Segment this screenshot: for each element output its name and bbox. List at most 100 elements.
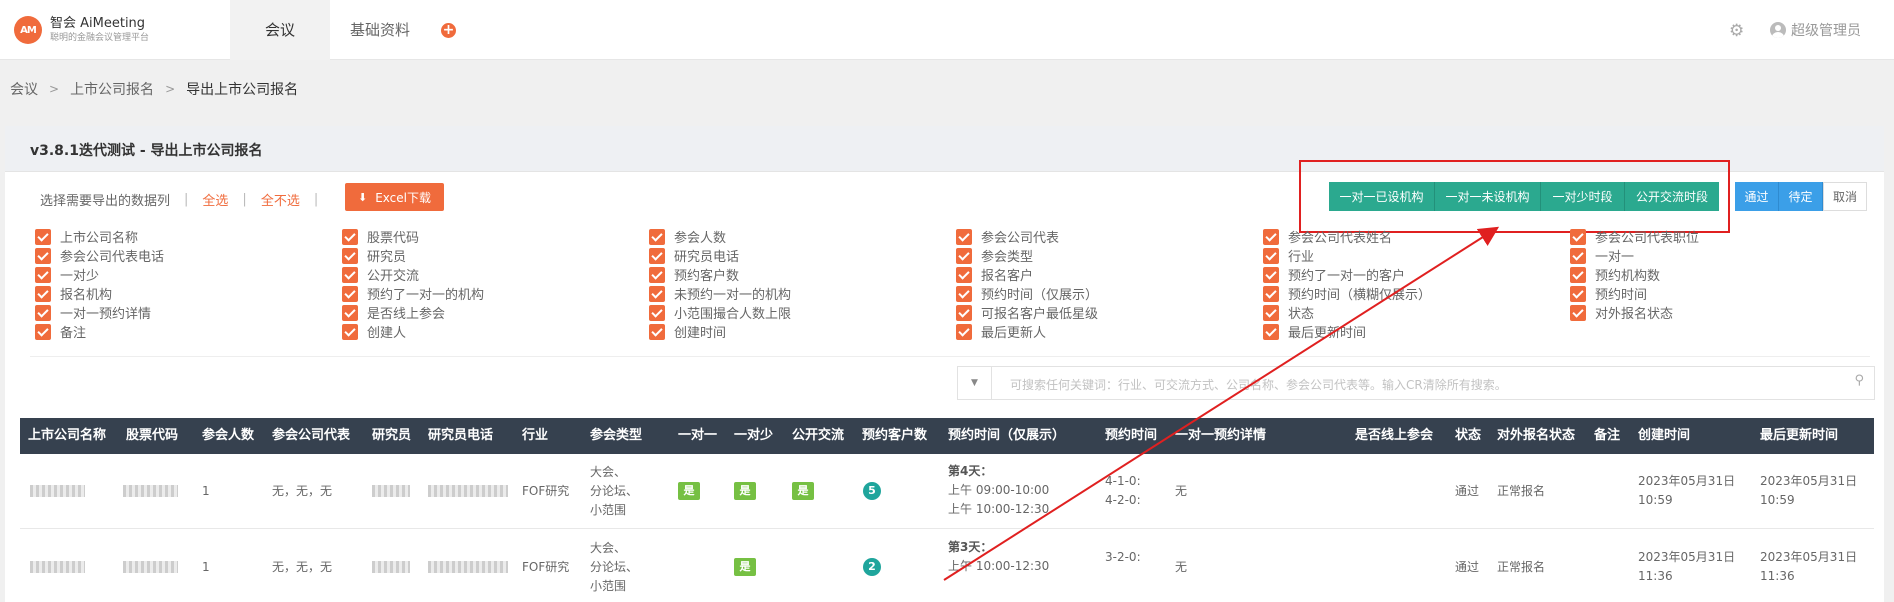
status-pass-button[interactable]: 通过: [1735, 182, 1779, 211]
column-checkbox[interactable]: 预约时间: [1570, 284, 1647, 303]
column-checkbox[interactable]: 参会公司代表电话: [35, 246, 164, 265]
checkbox-checked-icon[interactable]: [35, 247, 51, 264]
column-checkbox[interactable]: 研究员电话: [649, 246, 739, 265]
checkbox-checked-icon[interactable]: [35, 228, 51, 245]
checkbox-checked-icon[interactable]: [342, 266, 358, 283]
column-checkbox[interactable]: 预约客户数: [649, 265, 739, 284]
checkbox-checked-icon[interactable]: [35, 285, 51, 302]
table-row[interactable]: 1 无，无，无 FOF研究 大会、 分论坛、 小范围 是 2 第3天： 上午 10:00-12:3…: [20, 530, 1874, 602]
checkbox-checked-icon[interactable]: [1570, 304, 1586, 321]
user-menu[interactable]: 超级管理员: [1770, 20, 1861, 40]
column-checkbox[interactable]: 状态: [1263, 303, 1314, 322]
checkbox-checked-icon[interactable]: [956, 323, 972, 340]
cancel-button[interactable]: 取消: [1823, 182, 1867, 211]
column-checkbox[interactable]: 股票代码: [342, 227, 419, 246]
checkbox-checked-icon[interactable]: [1263, 266, 1279, 283]
checkbox-checked-icon[interactable]: [1570, 266, 1586, 283]
column-checkbox[interactable]: 一对一预约详情: [35, 303, 151, 322]
checkbox-checked-icon[interactable]: [956, 247, 972, 264]
column-checkbox[interactable]: 公开交流: [342, 265, 419, 284]
search-dropdown-toggle[interactable]: ▼: [958, 367, 992, 399]
column-header[interactable]: 预约时间: [1105, 418, 1171, 454]
column-header[interactable]: 预约客户数: [862, 418, 946, 454]
column-header[interactable]: 参会类型: [590, 418, 676, 454]
checkbox-checked-icon[interactable]: [956, 266, 972, 283]
nav-tab-meeting[interactable]: 会议: [230, 0, 330, 60]
column-checkbox[interactable]: 预约了一对一的机构: [342, 284, 484, 303]
column-header[interactable]: 参会公司代表: [272, 418, 370, 454]
checkbox-checked-icon[interactable]: [35, 323, 51, 340]
checkbox-checked-icon[interactable]: [342, 304, 358, 321]
column-checkbox[interactable]: 备注: [35, 322, 86, 341]
checkbox-checked-icon[interactable]: [342, 247, 358, 264]
column-header[interactable]: 对外报名状态: [1497, 418, 1592, 454]
column-checkbox[interactable]: 是否线上参会: [342, 303, 445, 322]
select-none-link[interactable]: 全不选: [261, 190, 300, 209]
column-checkbox[interactable]: 对外报名状态: [1570, 303, 1673, 322]
gear-icon[interactable]: ⚙: [1729, 21, 1744, 41]
checkbox-checked-icon[interactable]: [956, 285, 972, 302]
checkbox-checked-icon[interactable]: [35, 266, 51, 283]
checkbox-checked-icon[interactable]: [1570, 247, 1586, 264]
breadcrumb-item-registration[interactable]: 上市公司报名: [70, 79, 154, 99]
column-header[interactable]: 研究员电话: [428, 418, 520, 454]
column-checkbox[interactable]: 一对一: [1570, 246, 1634, 265]
checkbox-checked-icon[interactable]: [649, 285, 665, 302]
column-checkbox[interactable]: 上市公司名称: [35, 227, 138, 246]
column-checkbox[interactable]: 参会公司代表: [956, 227, 1059, 246]
checkbox-checked-icon[interactable]: [649, 266, 665, 283]
column-checkbox[interactable]: 报名客户: [956, 265, 1033, 284]
column-checkbox[interactable]: 参会类型: [956, 246, 1033, 265]
column-header[interactable]: 研究员: [372, 418, 426, 454]
column-header[interactable]: 是否线上参会: [1355, 418, 1453, 454]
column-header[interactable]: 公开交流: [792, 418, 860, 454]
column-checkbox[interactable]: 一对少: [35, 265, 99, 284]
checkbox-checked-icon[interactable]: [649, 247, 665, 264]
column-checkbox[interactable]: 预约了一对一的客户: [1263, 265, 1405, 284]
column-checkbox[interactable]: 参会公司代表姓名: [1263, 227, 1392, 246]
plus-circle-icon[interactable]: +: [441, 23, 456, 38]
select-all-link[interactable]: 全选: [202, 190, 228, 209]
column-checkbox[interactable]: 最后更新时间: [1263, 322, 1366, 341]
breadcrumb-item-meeting[interactable]: 会议: [10, 79, 38, 99]
checkbox-checked-icon[interactable]: [956, 228, 972, 245]
checkbox-checked-icon[interactable]: [1263, 228, 1279, 245]
logo[interactable]: AM 智会 AiMeeting 聪明的金融会议管理平台: [14, 16, 149, 44]
column-header[interactable]: 备注: [1594, 418, 1636, 454]
column-checkbox[interactable]: 预约时间（横糊仅展示）: [1263, 284, 1431, 303]
magnifier-icon[interactable]: ⚲: [1854, 373, 1864, 388]
column-checkbox[interactable]: 最后更新人: [956, 322, 1046, 341]
column-header[interactable]: 状态: [1455, 418, 1495, 454]
checkbox-checked-icon[interactable]: [342, 228, 358, 245]
column-header[interactable]: 预约时间（仅展示）: [948, 418, 1098, 454]
column-checkbox[interactable]: 参会公司代表职位: [1570, 227, 1699, 246]
column-checkbox[interactable]: 未预约一对一的机构: [649, 284, 791, 303]
excel-download-button[interactable]: ⬇ Excel下载: [345, 183, 444, 211]
column-header[interactable]: 上市公司名称: [28, 418, 124, 454]
column-checkbox[interactable]: 参会人数: [649, 227, 726, 246]
checkbox-checked-icon[interactable]: [1263, 304, 1279, 321]
checkbox-checked-icon[interactable]: [1263, 323, 1279, 340]
checkbox-checked-icon[interactable]: [1570, 285, 1586, 302]
column-header[interactable]: 股票代码: [126, 418, 200, 454]
checkbox-checked-icon[interactable]: [1263, 247, 1279, 264]
column-header[interactable]: 最后更新时间: [1760, 418, 1872, 454]
checkbox-checked-icon[interactable]: [342, 323, 358, 340]
column-header[interactable]: 一对一: [678, 418, 732, 454]
status-pending-button[interactable]: 待定: [1779, 182, 1823, 211]
checkbox-checked-icon[interactable]: [956, 304, 972, 321]
column-checkbox[interactable]: 创建人: [342, 322, 406, 341]
column-checkbox[interactable]: 可报名客户最低星级: [956, 303, 1098, 322]
column-checkbox[interactable]: 报名机构: [35, 284, 112, 303]
column-checkbox[interactable]: 研究员: [342, 246, 406, 265]
column-header[interactable]: 参会人数: [202, 418, 270, 454]
column-checkbox[interactable]: 小范围撮合人数上限: [649, 303, 791, 322]
nav-tab-base-data[interactable]: 基础资料: [330, 0, 430, 60]
column-checkbox[interactable]: 预约机构数: [1570, 265, 1660, 284]
checkbox-checked-icon[interactable]: [35, 304, 51, 321]
column-checkbox[interactable]: 预约时间（仅展示）: [956, 284, 1098, 303]
checkbox-checked-icon[interactable]: [649, 323, 665, 340]
column-header[interactable]: 行业: [522, 418, 588, 454]
checkbox-checked-icon[interactable]: [649, 304, 665, 321]
column-header[interactable]: 一对少: [734, 418, 790, 454]
